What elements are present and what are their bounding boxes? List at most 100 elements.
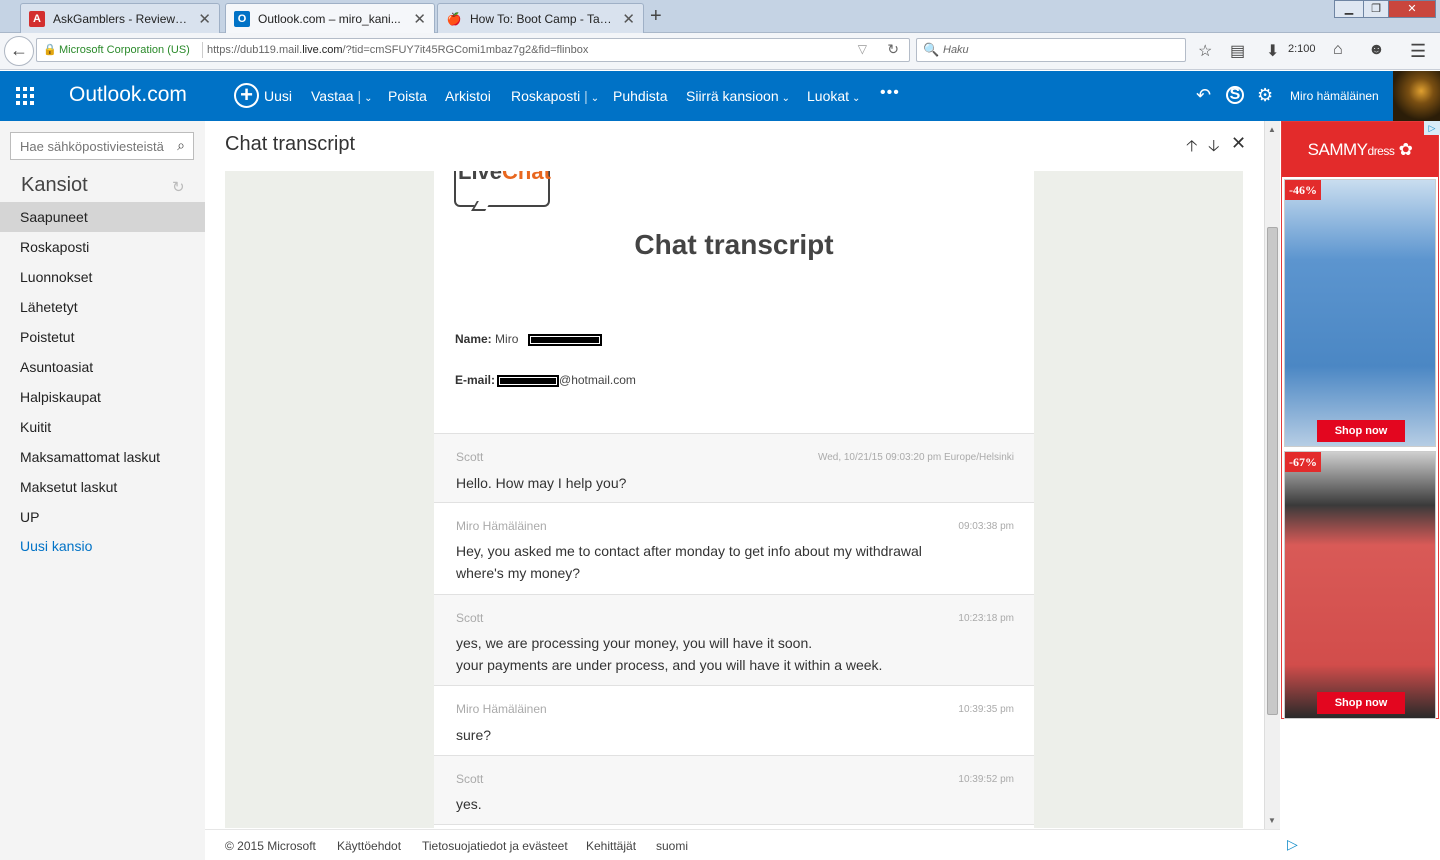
close-tab-icon[interactable]: ✕ [622,10,635,28]
ad-product-shirt[interactable]: -46% Shop now [1284,179,1436,447]
privacy-link[interactable]: Tietosuojatiedot ja evästeet [422,839,568,853]
folder-item-asuntoasiat[interactable]: Asuntoasiat [0,352,205,382]
apple-favicon-icon: 🍎 [446,12,462,26]
menu-hamburger-icon[interactable]: ☰ [1410,41,1426,62]
folder-item-paid-bills[interactable]: Maksetut laskut [0,472,205,502]
browser-tab-outlook[interactable]: O Outlook.com – miro_kani... ✕ [225,3,435,34]
chat-message: Scott 10:39:52 pm yes. [434,755,1034,825]
reload-icon[interactable]: ↻ [887,41,899,58]
browser-tab-bootcamp[interactable]: 🍎 How To: Boot Camp - Taki... ✕ [437,3,644,33]
close-window-icon[interactable]: ✕ [1388,0,1436,18]
folder-item-junk[interactable]: Roskaposti [0,232,205,262]
folders-heading[interactable]: Kansiot [21,174,88,197]
restore-window-icon[interactable]: ❐ [1363,0,1389,18]
scrollbar-thumb[interactable] [1267,227,1278,715]
move-to-button[interactable]: Siirrä kansioon ⌄ [686,88,790,104]
bookmark-star-icon[interactable]: ☆ [1198,41,1212,61]
tab-title: How To: Boot Camp - Taki... [470,12,617,26]
new-plus-icon[interactable]: + [234,83,259,108]
chat-sender: Miro Hämäläinen [456,702,547,716]
folder-item-sent[interactable]: Lähetetyt [0,292,205,322]
categories-button[interactable]: Luokat ⌄ [807,88,860,104]
undo-icon[interactable]: ↶ [1196,85,1211,106]
chat-message: Miro Hämäläinen 10:39:35 pm sure? [434,685,1034,755]
adchoices-icon[interactable]: ▷ [1424,121,1440,135]
name-field: Name: Miro [455,332,602,346]
reading-list-icon[interactable]: ▤ [1230,41,1245,61]
new-button[interactable]: Uusi [264,88,292,104]
reply-button[interactable]: Vastaa | ⌄ [311,88,372,104]
chat-time: Wed, 10/21/15 09:03:20 pm Europe/Helsink… [817,452,1014,463]
folder-item-up[interactable]: UP [0,502,205,532]
folder-item-inbox[interactable]: Saapuneet [0,202,205,232]
url-text[interactable]: https://dub119.mail.live.com/?tid=cmSFUY… [207,44,588,56]
site-identity: Microsoft Corporation (US) [59,44,190,56]
message-body: LiveChat Chat transcript Name: Miro E-ma… [225,171,1243,828]
mail-search-field[interactable]: ⌕ [10,132,194,160]
shop-now-button[interactable]: Shop now [1317,420,1405,442]
redaction-bar [527,333,602,346]
arrow-up-icon[interactable]: 🡡 [1186,135,1198,162]
ad-product-jacket[interactable]: -67% Shop now [1284,451,1436,719]
gear-icon[interactable]: ⚙ [1257,85,1273,106]
adchoices-icon[interactable]: ▷ [1287,836,1298,853]
chat-text: Hey, you asked me to contact after monda… [456,543,922,559]
ad-brand[interactable]: SAMMYdress ✿ [1282,122,1438,177]
scroll-down-icon: ▼ [1268,816,1276,825]
tab-title: AskGamblers - Reviews of ... [53,12,193,26]
skype-icon[interactable]: S [1226,86,1244,104]
browser-tab-askgamblers[interactable]: A AskGamblers - Reviews of ... ✕ [20,3,220,33]
folder-item-halpiskaupat[interactable]: Halpiskaupat [0,382,205,412]
shop-now-button[interactable]: Shop now [1317,692,1405,714]
ad-banner[interactable]: SAMMYdress ✿ -46% Shop now -67% Shop now [1281,121,1439,719]
chat-text: yes. [456,796,482,812]
chat-text: Hello. How may I help you? [456,475,627,491]
search-icon: 🔍 [923,42,940,57]
close-tab-icon[interactable]: ✕ [413,10,426,28]
brand-title[interactable]: Outlook.com [69,83,187,107]
avatar[interactable] [1393,71,1440,121]
chat-text: yes, we are processing your money, you w… [456,635,813,651]
browser-search-box[interactable]: 🔍 Haku [916,38,1186,62]
chevron-down-icon: ⌄ [364,93,373,104]
developers-link[interactable]: Kehittäjät [586,839,636,853]
minimize-window-icon[interactable]: ▁ [1334,0,1364,18]
more-options-icon[interactable]: ••• [880,84,900,102]
chat-sender: Scott [456,450,484,464]
home-icon[interactable]: ⌂ [1333,41,1343,59]
mail-search-input[interactable] [11,133,169,159]
folder-item-drafts[interactable]: Luonnokset [0,262,205,292]
new-folder-link[interactable]: Uusi kansio [20,538,92,554]
chat-smiley-icon[interactable]: ☻ [1368,41,1385,59]
sweep-button[interactable]: Puhdista [613,88,667,104]
delete-button[interactable]: Poista [388,88,427,104]
arrow-down-icon[interactable]: 🡣 [1208,135,1220,162]
askgamblers-favicon-icon: A [29,11,45,27]
outlook-header: Outlook.com + Uusi Vastaa | ⌄ Poista Arki… [0,71,1440,121]
address-bar[interactable]: 🔒 Microsoft Corporation (US) https://dub… [36,38,910,62]
history-dropdown-icon[interactable]: ▽ [858,42,867,56]
terms-link[interactable]: Käyttöehdot [337,839,401,853]
folder-item-kuitit[interactable]: Kuitit [0,412,205,442]
close-tab-icon[interactable]: ✕ [198,10,211,28]
downloads-icon[interactable]: ⬇ [1266,41,1279,61]
back-arrow-icon[interactable]: ← [4,36,34,66]
folder-item-deleted[interactable]: Poistetut [0,322,205,352]
user-name[interactable]: Miro hämäläinen [1290,89,1379,103]
folder-item-unpaid-bills[interactable]: Maksamattomat laskut [0,442,205,472]
vertical-scrollbar[interactable]: ▲ ▼ [1264,121,1280,829]
chat-time: 10:39:52 pm [958,774,1014,785]
chat-message: Scott Wed, 10/21/15 09:03:20 pm Europe/H… [434,433,1034,502]
new-tab-icon[interactable]: + [650,5,662,28]
chevron-down-icon: ⌄ [852,93,861,104]
archive-button[interactable]: Arkistoi [445,88,491,104]
refresh-icon[interactable]: ↻ [172,178,185,196]
copyright-text: © 2015 Microsoft [225,839,316,853]
search-icon[interactable]: ⌕ [177,137,185,154]
livechat-logo: LiveChat [454,171,551,211]
junk-button[interactable]: Roskaposti | ⌄ [511,88,599,104]
language-link[interactable]: suomi [656,839,688,853]
folder-pane: ⌕ Kansiot ↻ Saapuneet Roskaposti Luonnok… [0,121,205,860]
app-launcher-icon[interactable] [16,87,34,105]
close-icon[interactable]: ✕ [1231,133,1246,154]
